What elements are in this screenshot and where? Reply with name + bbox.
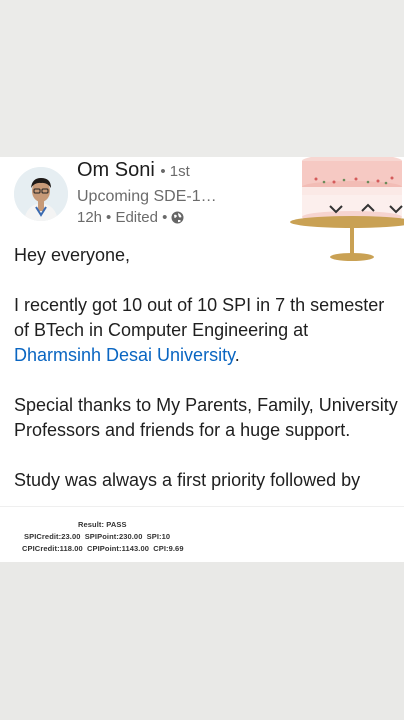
top-background: [0, 0, 404, 157]
result-spi-line: SPICredit:23.00 SPIPoint:230.00 SPI:10: [24, 532, 171, 541]
post-greeting: Hey everyone,: [14, 245, 131, 265]
globe-icon: [171, 211, 184, 224]
post-paragraph-1: I recently got 10 out of 10 SPI in 7 th …: [14, 295, 385, 365]
result-status: Result: PASS: [78, 520, 127, 529]
post-card: Om Soni • 1st Upcoming SDE-1… 12h • Edit…: [0, 157, 404, 562]
author-name[interactable]: Om Soni: [77, 159, 155, 181]
connection-degree: • 1st: [160, 163, 190, 180]
post-meta: 12h • Edited •: [77, 209, 184, 226]
avatar[interactable]: [14, 167, 68, 221]
university-link[interactable]: Dharmsinh Desai University: [14, 345, 235, 365]
author-headline: Upcoming SDE-1…: [77, 188, 217, 205]
result-image[interactable]: Result: PASS SPICredit:23.00 SPIPoint:23…: [0, 506, 404, 562]
post-paragraph-3: Study was always a first priority follow…: [14, 470, 361, 490]
edited-label: • Edited •: [106, 209, 168, 226]
result-cpi-line: CPICredit:118.00 CPIPoint:1143.00 CPI:9.…: [22, 544, 184, 553]
post-time: 12h: [77, 209, 103, 226]
author-line: Om Soni • 1st: [77, 159, 190, 182]
post-body: Hey everyone, I recently got 10 out of 1…: [14, 243, 398, 493]
bottom-background: [0, 562, 404, 720]
post-paragraph-2: Special thanks to My Parents, Family, Un…: [14, 395, 398, 440]
